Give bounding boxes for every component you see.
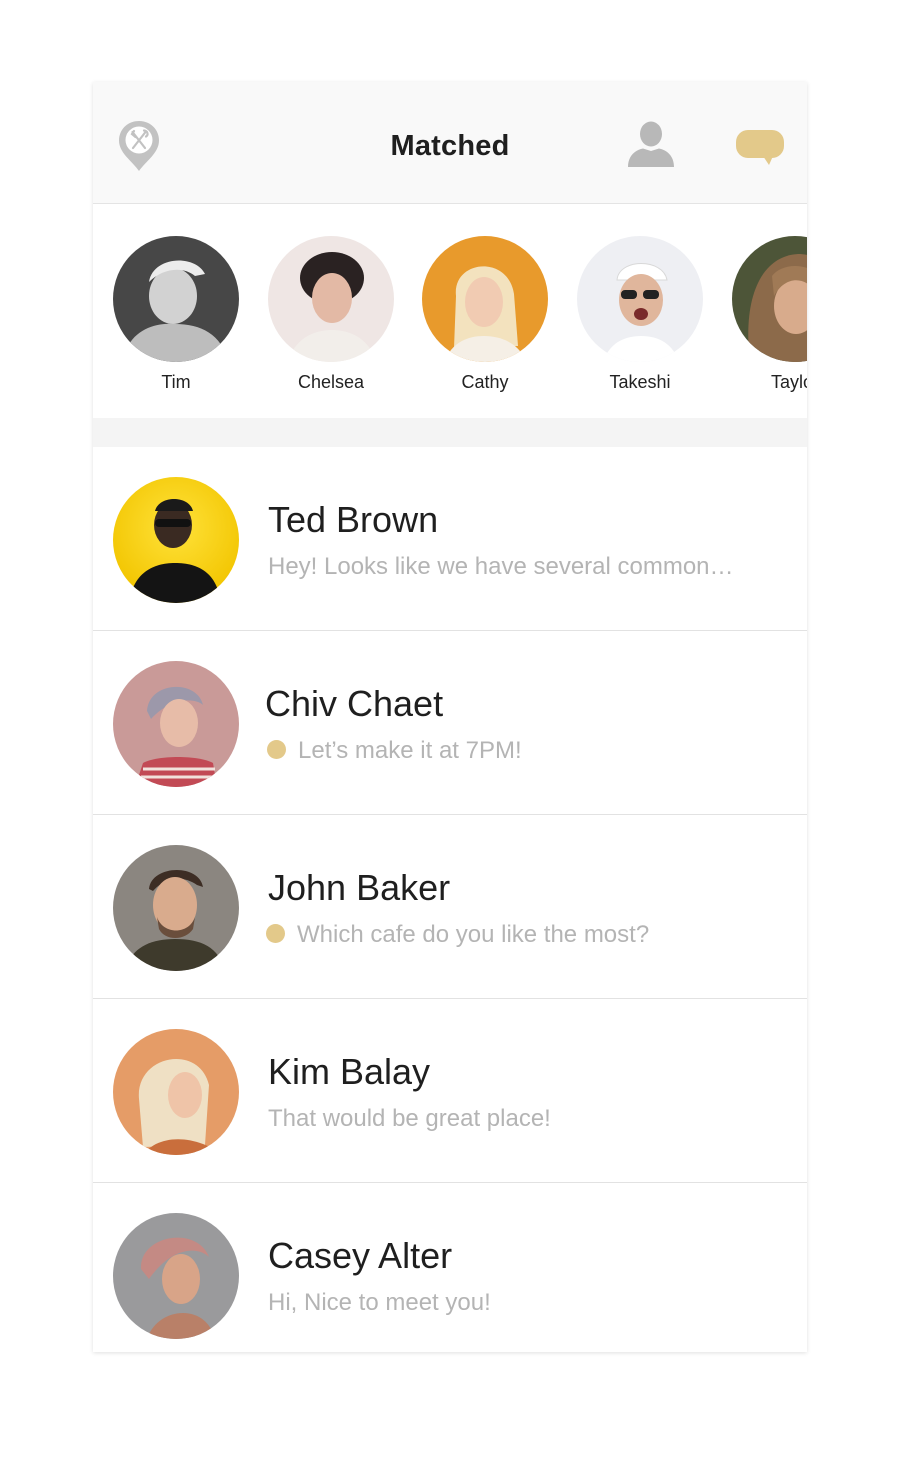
matched-screen: Matched Tim Chelsea Cathy Takeshi Tayl T… [93,82,807,1352]
match-item[interactable]: Tim [111,236,241,393]
message-preview: Which cafe do you like the most? [266,921,649,949]
avatar [113,236,239,362]
match-item[interactable]: Taylor [730,236,807,393]
conversation-row[interactable]: Kim Balay That would be great place! [93,999,807,1183]
match-name: Tim [161,372,191,392]
chat-bubble-icon[interactable] [735,129,785,167]
match-name: Taylor [770,372,807,392]
conversation-list: Ted Brown Hey! Looks like we have severa… [93,447,807,1352]
avatar [113,845,239,971]
message-preview: Hi, Nice to meet you! [268,1289,491,1316]
avatar [113,1213,239,1339]
message-text: Let’s make it at 7PM! [298,737,522,764]
avatar [113,477,239,603]
message-text: Which cafe do you like the most? [297,921,650,948]
match-name: Chelsea [297,372,365,392]
contact-name: Casey Alter [268,1235,453,1276]
section-divider [93,418,807,447]
conversation-row[interactable]: John Baker Which cafe do you like the mo… [93,815,807,999]
contact-name: Chiv Chaet [265,683,444,724]
avatar [732,236,807,362]
message-preview: Hey! Looks like we have several common… [268,553,734,580]
conversation-row[interactable]: Casey Alter Hi, Nice to meet you! [93,1183,807,1352]
match-name: Cathy [461,372,509,392]
page-title: Matched [390,130,510,162]
conversation-row[interactable]: Chiv Chaet Let’s make it at 7PM! [93,631,807,815]
unread-dot [266,924,285,943]
contact-name: Kim Balay [268,1051,431,1092]
match-item[interactable]: Chelsea [266,236,396,393]
unread-dot [267,740,286,759]
message-preview: Let’s make it at 7PM! [267,737,522,765]
match-item[interactable]: Cathy [420,236,550,393]
match-item[interactable]: Takeshi [575,236,705,393]
avatar [422,236,548,362]
avatar [577,236,703,362]
new-matches-strip[interactable]: Tim Chelsea Cathy Takeshi Tayl [93,204,807,418]
message-preview: That would be great place! [268,1105,551,1132]
contact-name: Ted Brown [268,499,439,540]
avatar [113,661,239,787]
conversation-row[interactable]: Ted Brown Hey! Looks like we have severa… [93,447,807,631]
contact-name: John Baker [268,867,451,908]
match-name: Takeshi [609,372,671,392]
avatar [268,236,394,362]
avatar [113,1029,239,1155]
user-icon[interactable] [627,120,675,168]
header-bar: Matched [93,82,807,204]
